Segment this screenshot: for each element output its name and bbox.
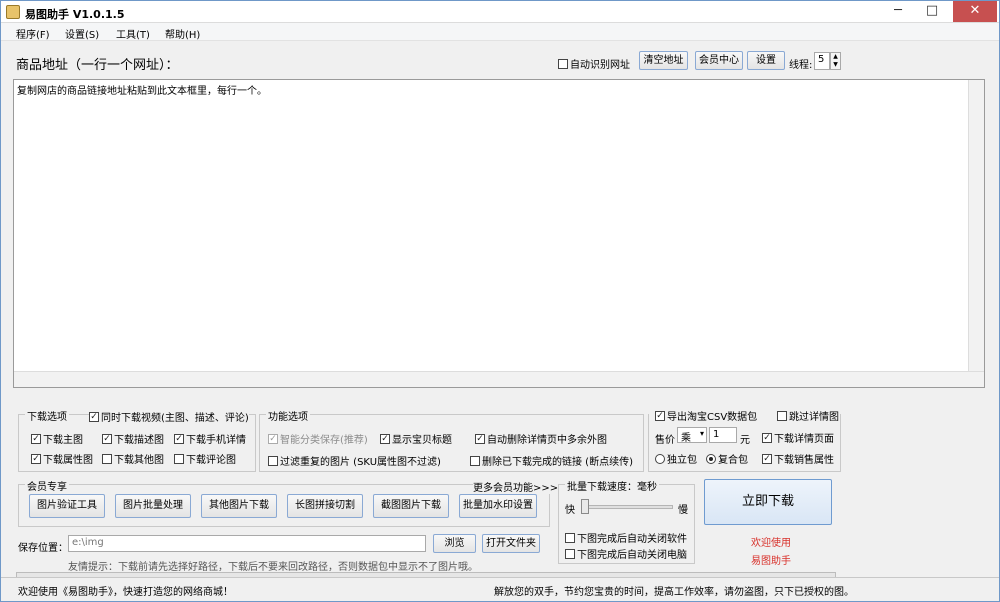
clear-button[interactable]: 清空地址	[639, 51, 688, 70]
app-icon	[6, 5, 20, 19]
speed-section-group: 批量下载速度：毫秒 快 慢 下图完成后自动关闭软件 下图完成后自动关闭电脑	[558, 478, 695, 564]
speed-slider-track[interactable]	[581, 505, 673, 509]
download-attribute-image-checkbox[interactable]: ✓ 下载属性图	[31, 451, 93, 466]
status-right-text: 解放您的双手，节约您宝贵的时间，提高工作效率，请勿盗图，只下已授权的图。	[494, 587, 854, 598]
csv-options-group: ✓ 导出淘宝CSV数据包 跳过详情图 售价 乘 ▾ 1 元 ✓ 下载详情页面 独立包 …	[648, 411, 841, 472]
member-center-button[interactable]: 会员中心	[695, 51, 743, 70]
auto-shutdown-checkbox[interactable]: 下图完成后自动关闭电脑	[565, 546, 687, 561]
threads-spinner[interactable]: ▲ ▼	[830, 52, 841, 70]
menu-bar: 程序(F) 设置(S) 工具(T) 帮助(H)	[1, 23, 999, 41]
download-main-image-checkbox[interactable]: ✓ 下载主图	[31, 431, 83, 446]
menu-tools[interactable]: 工具(T)	[116, 26, 150, 41]
function-options-title: 功能选项	[266, 408, 310, 423]
chevron-down-icon: ▾	[699, 429, 704, 438]
threads-input[interactable]: 5	[814, 52, 830, 70]
welcome-line2: 易图助手	[751, 556, 791, 567]
member-button-image-verify[interactable]: 图片验证工具	[29, 494, 105, 518]
member-section-group: 会员专享 更多会员功能>>> 图片验证工具 图片批量处理 其他图片下载 长图拼接…	[18, 478, 559, 527]
open-folder-button[interactable]: 打开文件夹	[482, 534, 540, 553]
settings-button[interactable]: 设置	[747, 51, 785, 70]
download-options-group: 下载选项 ✓ 同时下载视频(主图、描述、评论) ✓ 下载主图 ✓ 下载描述图 ✓ 下载手…	[18, 408, 256, 472]
member-button-watermark[interactable]: 批量加水印设置	[459, 494, 537, 518]
horizontal-scrollbar[interactable]	[14, 371, 984, 387]
speed-slow-label: 快	[565, 505, 575, 516]
price-value-input[interactable]: 1	[709, 427, 737, 443]
member-button-other-download[interactable]: 其他图片下载	[201, 494, 277, 518]
download-review-image-checkbox[interactable]: 下载评论图	[174, 451, 236, 466]
download-now-button[interactable]: 立即下载	[704, 479, 832, 525]
browse-button[interactable]: 浏览	[433, 534, 476, 553]
status-left-text: 欢迎使用《易图助手》，快速打造您的网络商城！	[18, 587, 233, 598]
filter-duplicate-checkbox[interactable]: 过滤重复的图片 (SKU属性图不过滤)	[268, 453, 441, 468]
price-label: 售价	[655, 435, 675, 446]
remove-external-images-checkbox[interactable]: ✓ 自动删除详情页中多余外图	[475, 431, 607, 446]
download-mobile-detail-checkbox[interactable]: ✓ 下载手机详情	[174, 431, 246, 446]
price-unit: 元	[740, 435, 750, 446]
speed-fast-label: 慢	[678, 505, 688, 516]
auto-monitor-checkbox[interactable]: 自动识别网址	[558, 56, 630, 71]
delete-finished-links-checkbox[interactable]: 删除已下载完成的链接 (断点续传)	[470, 453, 633, 468]
speed-section-title: 批量下载速度：毫秒	[565, 478, 659, 493]
auto-close-app-checkbox[interactable]: 下图完成后自动关闭软件	[565, 530, 687, 545]
radio-combined-package[interactable]: 复合包	[706, 451, 748, 466]
main-window: 易图助手 V1.0.1.5 ─ □ ✕ 程序(F) 设置(S) 工具(T) 帮助…	[0, 0, 1000, 602]
save-tip: 友情提示：下载前请先选择好路径，下载后不要来回改路径，否则数据包中显示不了图片哦…	[68, 562, 478, 573]
radio-single-package[interactable]: 独立包	[655, 451, 697, 466]
download-sales-attr-checkbox[interactable]: ✓ 下载销售属性	[762, 451, 834, 466]
maximize-button[interactable]: □	[915, 1, 949, 22]
threads-label: 线程:	[789, 60, 813, 71]
menu-program[interactable]: 程序(F)	[16, 26, 50, 41]
url-section-label: 商品地址（一行一个网址）：	[16, 58, 179, 73]
minimize-button[interactable]: ─	[881, 1, 915, 22]
menu-settings[interactable]: 设置(S)	[65, 26, 99, 41]
download-options-title: 下载选项	[25, 408, 69, 423]
more-member-functions-link[interactable]: 更多会员功能>>>	[473, 479, 559, 494]
price-operator-select[interactable]: 乘 ▾	[677, 427, 707, 443]
function-options-group: 功能选项 ✓ 智能分类保存(推荐) ✓ 显示宝贝标题 ✓ 自动删除详情页中多余外图 过…	[259, 408, 644, 472]
download-video-checkbox[interactable]: ✓ 同时下载视频(主图、描述、评论)	[89, 409, 249, 424]
member-button-screenshot-download[interactable]: 截图图片下载	[373, 494, 449, 518]
show-title-checkbox[interactable]: ✓ 显示宝贝标题	[380, 431, 452, 446]
save-location-label: 保存位置：	[18, 543, 68, 554]
url-textarea[interactable]: 复制网店的商品链接地址粘贴到此文本框里，每行一个。	[13, 79, 985, 388]
member-section-title: 会员专享	[25, 478, 69, 493]
url-placeholder-text: 复制网店的商品链接地址粘贴到此文本框里，每行一个。	[17, 86, 267, 97]
menu-help[interactable]: 帮助(H)	[165, 26, 200, 41]
save-path-input[interactable]: e:\img	[68, 535, 426, 552]
title-bar: 易图助手 V1.0.1.5 ─ □ ✕	[1, 1, 999, 23]
vertical-scrollbar[interactable]	[968, 80, 984, 387]
close-button[interactable]: ✕	[953, 1, 997, 22]
status-bar: 欢迎使用《易图助手》，快速打造您的网络商城！ 解放您的双手，节约您宝贵的时间，提…	[1, 577, 999, 601]
welcome-line1: 欢迎使用	[751, 538, 791, 549]
skip-detail-checkbox[interactable]: 跳过详情图	[777, 408, 839, 423]
speed-slider-thumb[interactable]	[581, 499, 589, 514]
download-other-image-checkbox[interactable]: 下载其他图	[102, 451, 164, 466]
smart-classify-checkbox: ✓ 智能分类保存(推荐)	[268, 434, 368, 446]
export-csv-checkbox[interactable]: ✓ 导出淘宝CSV数据包	[655, 408, 757, 423]
member-button-batch-process[interactable]: 图片批量处理	[115, 494, 191, 518]
download-detail-page-checkbox[interactable]: ✓ 下载详情页面	[762, 430, 834, 445]
checkbox-icon	[558, 59, 568, 69]
window-title: 易图助手 V1.0.1.5	[25, 8, 125, 21]
member-button-long-image[interactable]: 长图拼接切割	[287, 494, 363, 518]
download-desc-image-checkbox[interactable]: ✓ 下载描述图	[102, 431, 164, 446]
